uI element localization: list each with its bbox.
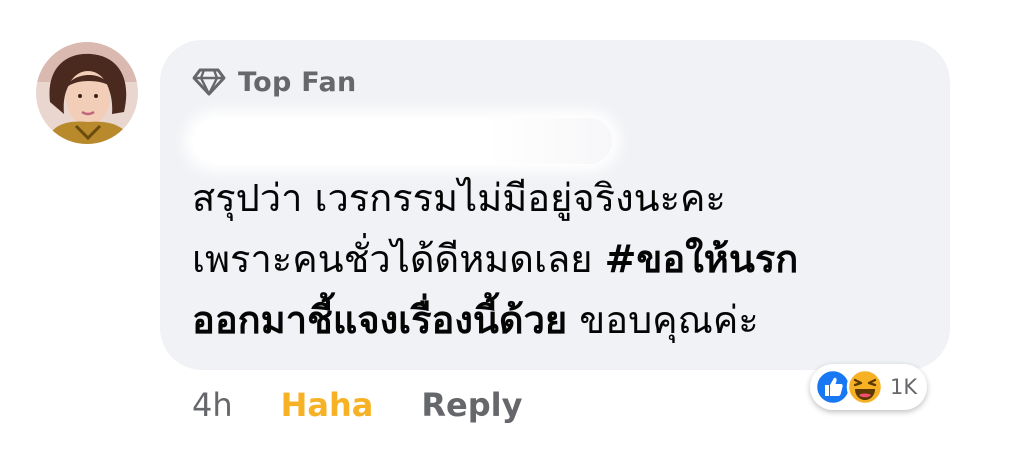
- comment-text-segment: สรุปว่า เวรกรรมไม่มีอยู่จริงนะคะ: [192, 176, 726, 220]
- comment-line-1: สรุปว่า เวรกรรมไม่มีอยู่จริงนะคะ: [192, 168, 932, 229]
- author-name-redacted[interactable]: [192, 118, 612, 164]
- haha-reaction-icon: [846, 368, 884, 406]
- timestamp[interactable]: 4h: [192, 386, 233, 424]
- top-fan-badge: Top Fan: [192, 64, 357, 100]
- comment-text-segment: เพราะคนชั่วได้ดีหมดเลย: [192, 237, 605, 281]
- diamond-icon: [192, 67, 226, 97]
- hashtag-link[interactable]: #ขอให้นรก: [605, 237, 799, 281]
- comment-text-segment: ขอบคุณค่ะ: [567, 298, 759, 342]
- haha-reaction-button[interactable]: Haha: [281, 386, 374, 424]
- badge-label: Top Fan: [238, 66, 357, 98]
- comment-line-2: เพราะคนชั่วได้ดีหมดเลย #ขอให้นรก: [192, 229, 932, 290]
- comment-screenshot: Top Fan สรุปว่า เวรกรรมไม่มีอยู่จริงนะคะ…: [0, 0, 1024, 449]
- comment-bubble: Top Fan สรุปว่า เวรกรรมไม่มีอยู่จริงนะคะ…: [160, 40, 950, 370]
- hashtag-continuation[interactable]: ออกมาชี้แจงเรื่องนี้ด้วย: [192, 298, 567, 342]
- reaction-count: 1K: [890, 375, 918, 399]
- reply-button[interactable]: Reply: [421, 386, 522, 424]
- reaction-summary[interactable]: 1K: [810, 364, 928, 410]
- comment-actions: 4h Haha Reply: [192, 380, 522, 430]
- avatar[interactable]: [36, 42, 138, 144]
- comment-text: สรุปว่า เวรกรรมไม่มีอยู่จริงนะคะ เพราะคน…: [192, 168, 932, 351]
- comment-line-3: ออกมาชี้แจงเรื่องนี้ด้วย ขอบคุณค่ะ: [192, 290, 932, 351]
